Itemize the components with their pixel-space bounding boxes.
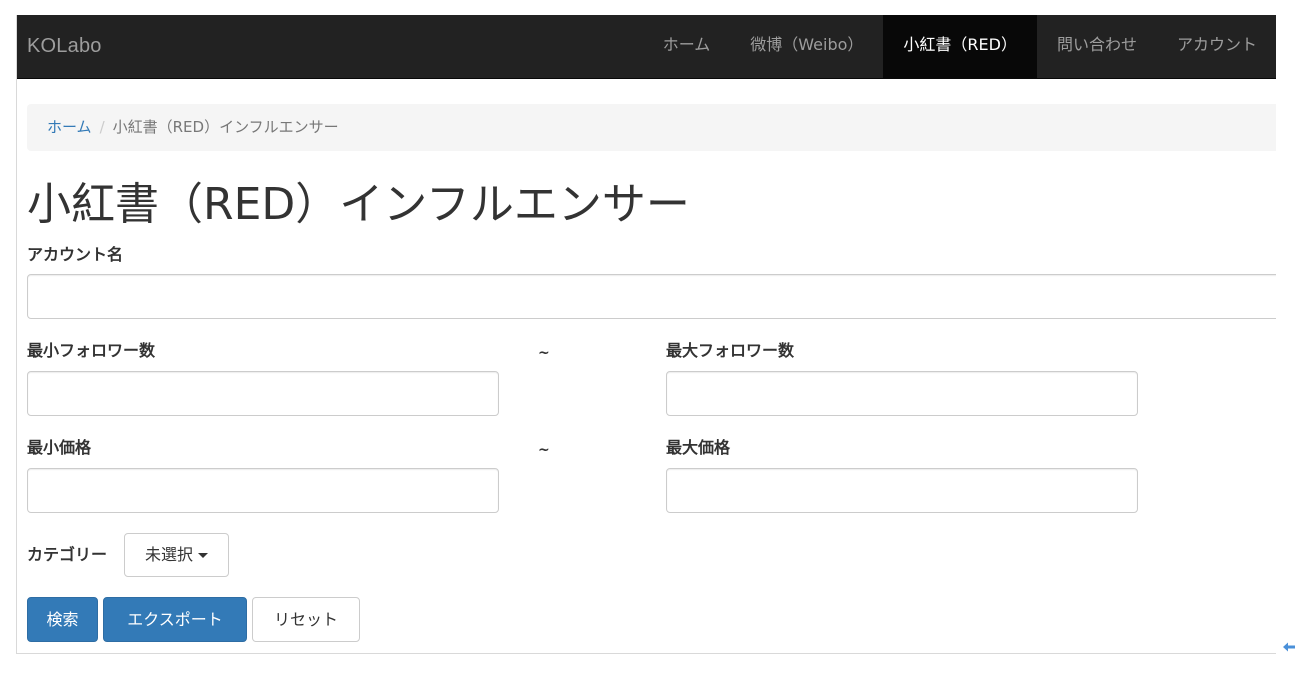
price-range-separator: ~	[538, 442, 550, 458]
top-navbar: KOLabo ホーム 微博（Weibo） 小紅書（RED） 問い合わせ アカウン…	[17, 15, 1276, 79]
nav-item-home[interactable]: ホーム	[643, 15, 731, 78]
page-frame: KOLabo ホーム 微博（Weibo） 小紅書（RED） 問い合わせ アカウン…	[16, 15, 1276, 654]
account-name-label: アカウント名	[27, 245, 124, 264]
followers-range-separator: ~	[538, 345, 550, 361]
main-nav: ホーム 微博（Weibo） 小紅書（RED） 問い合わせ アカウント	[643, 15, 1276, 78]
min-followers-input[interactable]	[27, 371, 499, 416]
account-name-input[interactable]	[27, 274, 1276, 319]
max-price-label: 最大価格	[666, 438, 731, 457]
breadcrumb-current: 小紅書（RED）インフルエンサー	[112, 118, 339, 136]
brand-logo[interactable]: KOLabo	[27, 15, 102, 79]
nav-item-weibo[interactable]: 微博（Weibo）	[730, 15, 883, 78]
breadcrumb: ホーム / 小紅書（RED）インフルエンサー	[27, 104, 1276, 151]
min-followers-label: 最小フォロワー数	[27, 341, 156, 360]
export-button[interactable]: エクスポート	[103, 597, 247, 642]
category-label: カテゴリー	[27, 545, 108, 564]
left-arrow-icon[interactable]	[1282, 640, 1296, 654]
breadcrumb-separator: /	[99, 118, 105, 136]
nav-item-contact[interactable]: 問い合わせ	[1037, 15, 1157, 78]
max-followers-label: 最大フォロワー数	[666, 341, 795, 360]
category-selected-value: 未選択	[144, 545, 193, 564]
page-title: 小紅書（RED）インフルエンサー	[27, 179, 690, 230]
nav-item-red[interactable]: 小紅書（RED）	[883, 15, 1037, 78]
max-price-input[interactable]	[666, 468, 1138, 513]
min-price-label: 最小価格	[27, 438, 92, 457]
search-button[interactable]: 検索	[27, 597, 98, 642]
nav-item-account[interactable]: アカウント	[1157, 15, 1276, 78]
reset-button[interactable]: リセット	[252, 597, 360, 642]
breadcrumb-home-link[interactable]: ホーム	[47, 118, 92, 136]
category-dropdown[interactable]: 未選択	[124, 533, 229, 577]
min-price-input[interactable]	[27, 468, 499, 513]
max-followers-input[interactable]	[666, 371, 1138, 416]
caret-down-icon	[198, 553, 208, 558]
